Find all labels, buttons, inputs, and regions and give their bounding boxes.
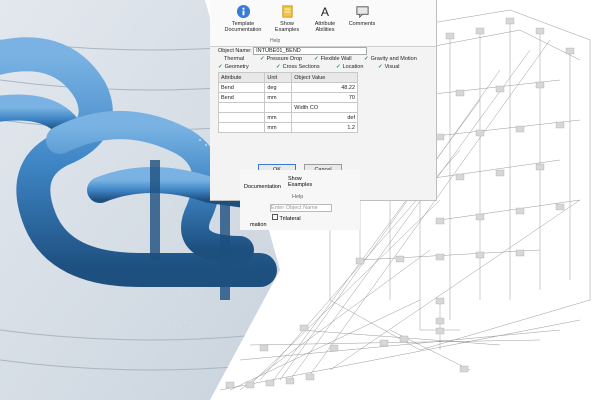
help-group-2: Help — [292, 194, 304, 200]
attribute-cell: Bend — [217, 82, 266, 93]
tab-thermal[interactable]: Thermal — [224, 56, 244, 62]
table-row[interactable]: Bend deg 48.22 — [217, 82, 358, 93]
documentation-label[interactable]: Documentation — [244, 184, 281, 190]
secondary-ribbon: Documentation Show Examples Help Enter O… — [240, 170, 360, 230]
attribute-cell: Bend — [217, 92, 266, 103]
check-icon: ✓ — [336, 64, 341, 70]
tab-cross-sections[interactable]: ✓ Cross Sections — [276, 64, 320, 70]
tab-gravity-and-motion[interactable]: ✓ Gravity and Motion — [364, 56, 417, 62]
unit-cell[interactable]: mm — [264, 122, 293, 133]
column-header: Attribute — [217, 72, 266, 83]
unit-cell[interactable] — [264, 102, 293, 113]
check-icon: ✓ — [364, 56, 369, 62]
show-examples-label: Show Examples — [274, 21, 300, 33]
table-row[interactable]: Width CO — [217, 102, 358, 113]
information-label: mation — [250, 222, 267, 228]
tab-pressure-drop-label: Pressure Drop — [266, 56, 303, 62]
examples-icon — [281, 5, 293, 18]
show-examples-button[interactable]: Show Examples — [272, 4, 302, 33]
template-documentation-label: Template Documentation — [224, 21, 262, 33]
object-name-row: Object Name: INTUBE01_BEND — [218, 47, 368, 55]
table-row[interactable]: mm def — [217, 112, 358, 123]
tab-flexible-wall[interactable]: ✓ Flexible Wall — [314, 56, 352, 62]
object-name-field[interactable]: INTUBE01_BEND — [253, 47, 368, 55]
column-header: Object Value — [291, 72, 358, 83]
object-name-label: Object Name: — [218, 48, 252, 54]
value-cell[interactable]: 1.2 — [291, 122, 358, 133]
tab-thermal-label: Thermal — [224, 56, 245, 62]
table-header-row: Attribute Unit Object Value — [217, 72, 358, 83]
tab-location-label: Location — [342, 64, 364, 70]
unit-cell[interactable]: deg — [264, 82, 293, 93]
check-icon: ✓ — [260, 56, 265, 62]
check-icon: ✓ — [378, 64, 383, 70]
ribbon: Template Documentation Show Examples A A… — [210, 0, 436, 47]
info-icon — [236, 4, 250, 19]
unit-cell[interactable]: mm — [264, 92, 293, 103]
column-header: Unit — [264, 72, 293, 83]
unit-cell[interactable]: mm — [264, 112, 293, 123]
check-icon: ✓ — [314, 56, 319, 62]
tab-pressure-drop[interactable]: ✓ Pressure Drop — [260, 56, 302, 62]
attribute-a-icon: A — [320, 5, 329, 19]
tab-location[interactable]: ✓ Location — [336, 64, 363, 70]
svg-text:A: A — [320, 5, 329, 19]
comments-button[interactable]: Comments — [348, 4, 376, 27]
table-row[interactable]: Bend mm 70 — [217, 92, 358, 103]
trilateral-label: Trilateral — [279, 216, 301, 222]
value-cell[interactable]: Width CO — [291, 102, 358, 113]
comments-label: Comments — [348, 21, 376, 27]
checkbox-icon — [272, 214, 278, 220]
attribute-cell — [217, 102, 266, 113]
attribute-table: Attribute Unit Object Value Bend deg 48.… — [217, 72, 358, 133]
tab-flexible-wall-label: Flexible Wall — [320, 56, 352, 62]
tab-visual-label: Visual — [384, 64, 400, 70]
tab-gravity-label: Gravity and Motion — [370, 56, 417, 62]
attribute-cell — [217, 122, 266, 133]
comments-icon — [355, 6, 369, 19]
value-cell[interactable]: 70 — [291, 92, 358, 103]
help-group-label: Help — [270, 38, 281, 44]
check-icon: ✓ — [218, 64, 223, 70]
template-documentation-button[interactable]: Template Documentation — [218, 4, 268, 33]
value-cell[interactable]: 48.22 — [291, 82, 358, 93]
tab-geometry[interactable]: ✓ Geometry — [218, 64, 249, 70]
attribute-cell — [217, 112, 266, 123]
tab-cross-sections-label: Cross Sections — [282, 64, 320, 70]
tab-visual[interactable]: ✓ Visual — [378, 64, 400, 70]
attribute-abilities-label: Attribute Abilities — [314, 21, 336, 33]
tab-geometry-label: Geometry — [224, 64, 249, 70]
show-examples-2[interactable]: Show Examples — [288, 176, 312, 188]
attribute-abilities-button[interactable]: A Attribute Abilities — [306, 4, 344, 33]
trilateral-option[interactable]: Trilateral — [272, 214, 301, 222]
table-row[interactable]: mm 1.2 — [217, 122, 358, 133]
filter-input[interactable]: Enter Object Name — [270, 204, 332, 212]
check-icon: ✓ — [276, 64, 281, 70]
value-cell[interactable]: def — [291, 112, 358, 123]
